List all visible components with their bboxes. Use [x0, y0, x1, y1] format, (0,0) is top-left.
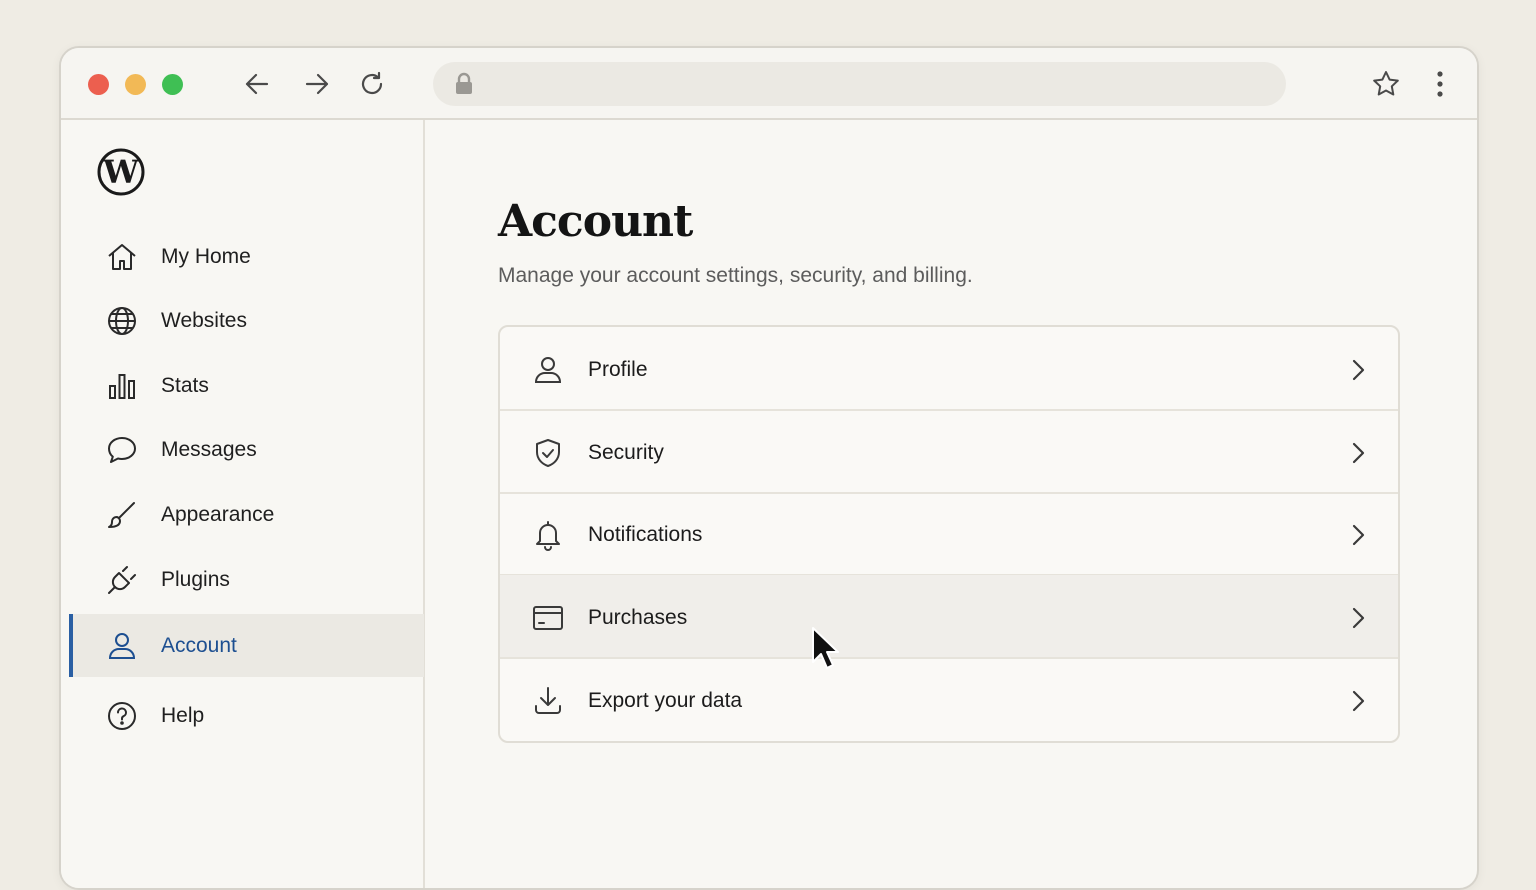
plug-icon [108, 566, 136, 594]
wordpress-logo[interactable]: W [97, 148, 145, 196]
security-row[interactable]: Security [500, 410, 1398, 494]
sidebar-item-appearance[interactable]: Appearance [69, 483, 424, 546]
maximize-window-button[interactable] [162, 74, 183, 95]
brush-icon [108, 502, 135, 528]
lock-icon [456, 72, 472, 94]
browser-menu-button[interactable] [1422, 66, 1458, 102]
back-button[interactable] [239, 66, 275, 102]
sidebar-item-label: Stats [161, 373, 209, 397]
sidebar-item-help[interactable]: Help [69, 684, 424, 747]
shield-check-icon [536, 439, 560, 467]
chevron-right-icon [1352, 442, 1365, 464]
sidebar-item-websites[interactable]: Websites [69, 289, 424, 352]
sidebar-item-label: Plugins [161, 567, 230, 591]
credit-card-icon [533, 606, 563, 630]
account-settings-list: Profile Security Notifications Purchases [498, 325, 1400, 743]
address-bar[interactable] [433, 62, 1286, 106]
chevron-right-icon [1352, 607, 1365, 629]
chevron-right-icon [1352, 690, 1365, 712]
svg-text:W: W [102, 153, 140, 191]
sidebar-item-stats[interactable]: Stats [69, 354, 424, 417]
main-content: Account Manage your account settings, se… [425, 120, 1477, 888]
sidebar-item-my-home[interactable]: My Home [69, 225, 424, 288]
arrow-right-icon [305, 73, 329, 95]
globe-icon [108, 307, 136, 335]
bookmark-button[interactable] [1368, 66, 1404, 102]
forward-button[interactable] [299, 66, 335, 102]
arrow-left-icon [245, 73, 269, 95]
sidebar-item-label: Account [161, 633, 237, 657]
page-subtitle: Manage your account settings, security, … [498, 264, 973, 287]
browser-window: W My Home Websites Stats Messages Appear… [59, 46, 1479, 890]
sidebar-item-label: Help [161, 703, 205, 727]
chevron-right-icon [1352, 524, 1365, 546]
row-label: Purchases [588, 606, 688, 629]
mouse-cursor-icon [812, 627, 839, 669]
chevron-right-icon [1352, 359, 1365, 381]
sidebar-item-label: Messages [161, 437, 257, 461]
sidebar-item-account[interactable]: Account [69, 614, 424, 677]
sidebar-item-label: Appearance [161, 502, 275, 526]
row-label: Notifications [588, 523, 703, 546]
sidebar-item-plugins[interactable]: Plugins [69, 548, 424, 611]
reload-icon [361, 71, 383, 95]
close-window-button[interactable] [88, 74, 109, 95]
browser-toolbar [61, 48, 1477, 120]
user-icon [534, 357, 562, 383]
row-label: Export your data [588, 689, 743, 712]
bar-chart-icon [109, 374, 135, 399]
notifications-row[interactable]: Notifications [500, 492, 1398, 576]
purchases-row[interactable]: Purchases [500, 575, 1398, 659]
user-icon [108, 633, 136, 659]
sidebar: W My Home Websites Stats Messages Appear… [61, 120, 425, 888]
sidebar-item-messages[interactable]: Messages [69, 418, 424, 481]
reload-button[interactable] [354, 66, 390, 102]
export-data-row[interactable]: Export your data [500, 658, 1398, 740]
sidebar-item-label: My Home [161, 244, 251, 268]
chat-bubble-icon [108, 437, 136, 463]
bell-icon [536, 521, 560, 551]
help-circle-icon [108, 702, 136, 730]
home-icon [108, 244, 136, 270]
row-label: Profile [588, 358, 648, 381]
row-label: Security [588, 441, 664, 464]
profile-row[interactable]: Profile [500, 327, 1398, 411]
minimize-window-button[interactable] [125, 74, 146, 95]
sidebar-item-label: Websites [161, 308, 247, 332]
star-icon [1373, 71, 1399, 96]
more-vertical-icon [1437, 71, 1443, 97]
download-icon [535, 687, 561, 714]
page-title: Account [498, 196, 693, 247]
